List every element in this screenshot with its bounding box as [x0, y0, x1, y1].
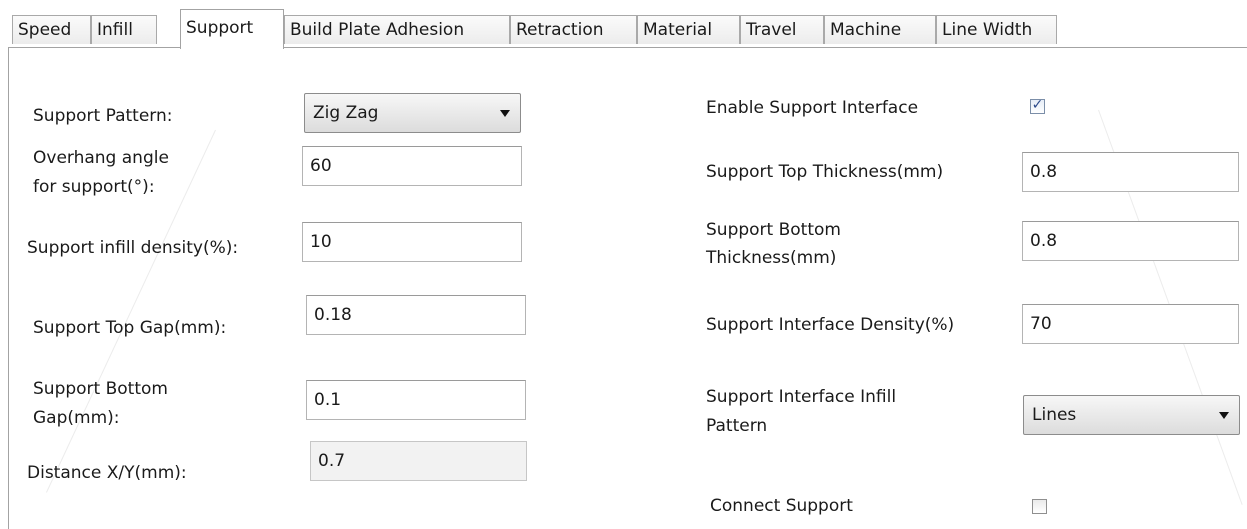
support-interface-pattern-label-line2: Pattern: [706, 416, 768, 436]
support-top-thickness-input[interactable]: 0.8: [1022, 152, 1239, 192]
support-bottom-gap-label-line2: Gap(mm):: [33, 408, 120, 428]
tab-travel[interactable]: Travel: [740, 15, 824, 44]
support-settings-panel: [8, 47, 1247, 529]
support-interface-density-label: Support Interface Density(%): [706, 315, 955, 335]
support-settings-window: Speed Infill Support Build Plate Adhesio…: [0, 0, 1247, 529]
overhang-angle-label-line1: Overhang angle: [33, 148, 169, 168]
support-infill-density-input[interactable]: 10: [302, 222, 522, 262]
tab-build-plate-adhesion[interactable]: Build Plate Adhesion: [284, 15, 510, 44]
tab-line-width[interactable]: Line Width: [936, 15, 1057, 44]
tab-material[interactable]: Material: [637, 15, 740, 44]
support-bottom-thickness-label-line2: Thickness(mm): [706, 248, 837, 268]
support-interface-pattern-label-line1: Support Interface Infill: [706, 387, 897, 407]
support-bottom-thickness-label-line1: Support Bottom: [706, 220, 841, 240]
enable-support-interface-label: Enable Support Interface: [706, 98, 919, 118]
support-infill-density-label: Support infill density(%):: [27, 238, 239, 258]
support-top-gap-label: Support Top Gap(mm):: [33, 318, 227, 338]
chevron-down-icon: [500, 110, 510, 117]
support-interface-pattern-value: Lines: [1032, 405, 1077, 425]
connect-support-label: Connect Support: [710, 496, 853, 516]
enable-support-interface-checkbox[interactable]: ✓: [1030, 97, 1045, 114]
overhang-angle-label-line2: for support(°):: [33, 177, 155, 197]
support-interface-pattern-select[interactable]: Lines: [1023, 395, 1240, 435]
support-top-gap-input[interactable]: 0.18: [306, 295, 526, 335]
support-pattern-select[interactable]: Zig Zag: [304, 93, 521, 133]
tab-speed[interactable]: Speed: [12, 15, 91, 44]
support-bottom-gap-label-line1: Support Bottom: [33, 379, 168, 399]
support-bottom-thickness-input[interactable]: 0.8: [1022, 221, 1239, 261]
settings-tab-bar: Speed Infill Support Build Plate Adhesio…: [0, 0, 1247, 49]
tab-support[interactable]: Support: [180, 9, 284, 49]
check-icon: ✓: [1031, 97, 1044, 113]
connect-support-checkbox[interactable]: [1032, 499, 1047, 514]
tab-machine[interactable]: Machine: [824, 15, 936, 44]
support-pattern-label: Support Pattern:: [33, 106, 173, 126]
tab-infill[interactable]: Infill: [91, 15, 157, 44]
overhang-angle-input[interactable]: 60: [302, 146, 522, 186]
support-top-thickness-label: Support Top Thickness(mm): [706, 162, 944, 182]
tab-retraction[interactable]: Retraction: [510, 15, 637, 44]
support-pattern-value: Zig Zag: [313, 103, 379, 123]
support-interface-density-input[interactable]: 70: [1022, 304, 1239, 344]
distance-xy-label: Distance X/Y(mm):: [27, 463, 187, 483]
support-bottom-gap-input[interactable]: 0.1: [306, 380, 526, 420]
chevron-down-icon: [1219, 412, 1229, 419]
distance-xy-input[interactable]: 0.7: [310, 441, 527, 481]
